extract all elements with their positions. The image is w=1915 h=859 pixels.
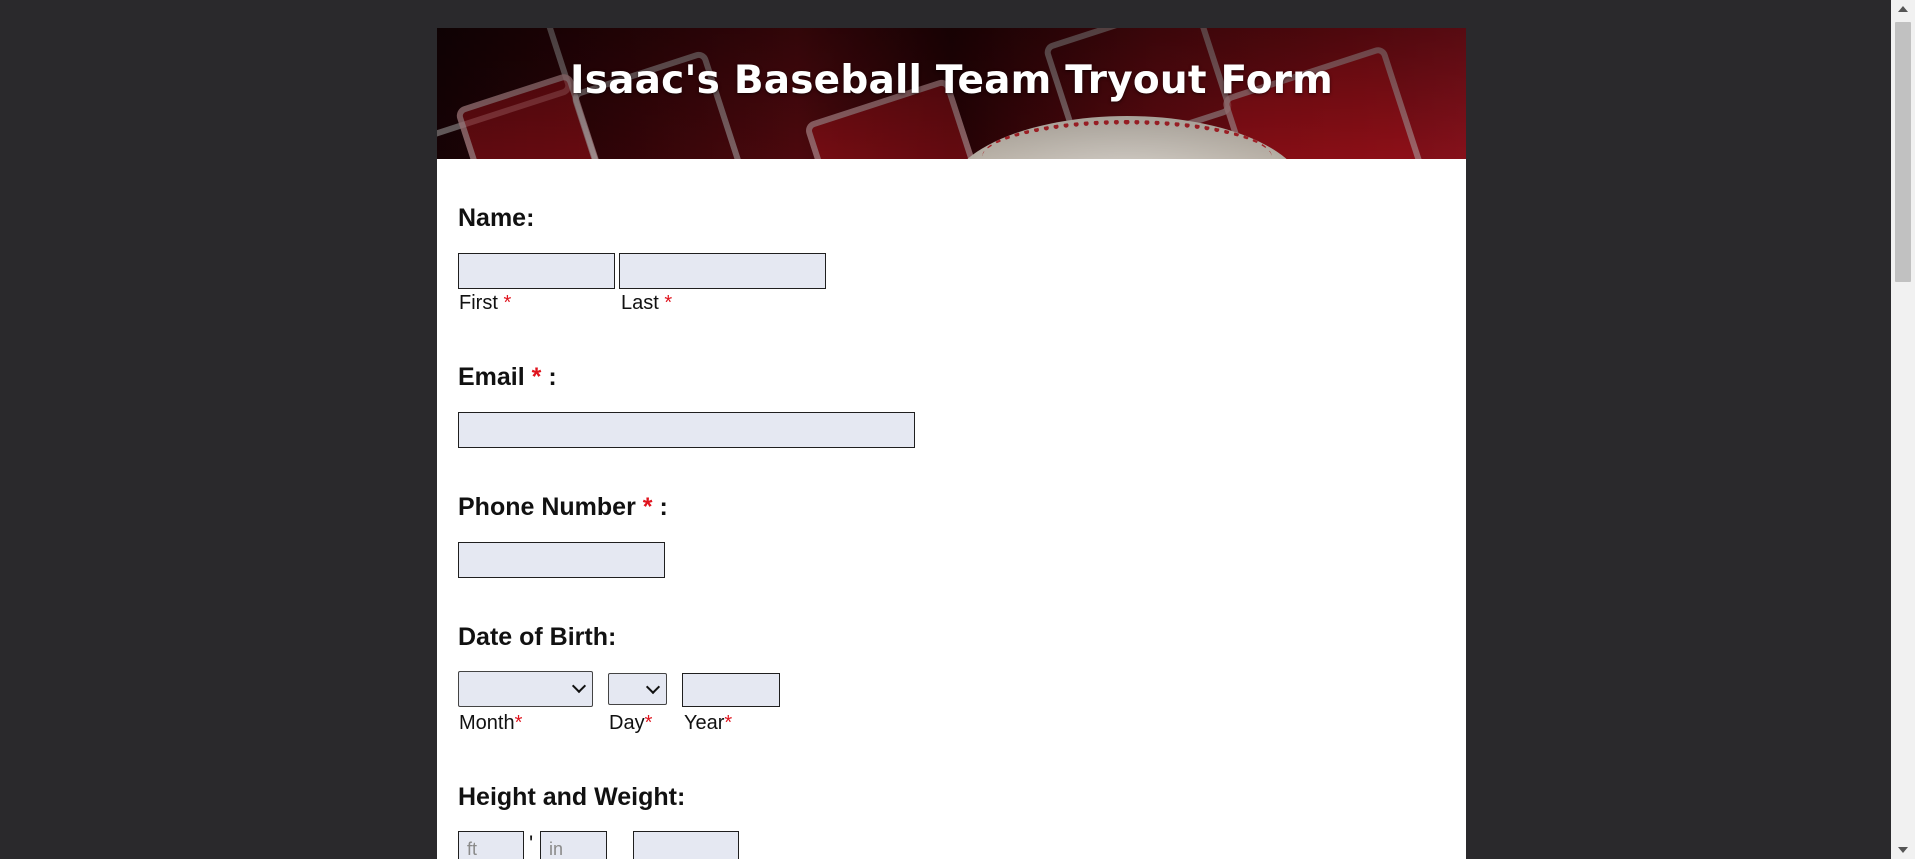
height-weight-label: Height and Weight:	[458, 783, 686, 811]
email-input[interactable]	[458, 412, 915, 448]
form-header-banner: Isaac's Baseball Team Tryout Form	[437, 28, 1466, 159]
dob-label: Date of Birth:	[458, 623, 617, 651]
dob-year-caption: Year*	[684, 712, 732, 735]
height-inches-input[interactable]	[540, 831, 607, 859]
scroll-down-arrow-icon[interactable]	[1898, 847, 1908, 853]
height-feet-input[interactable]	[458, 831, 524, 859]
chevron-down-icon	[571, 678, 587, 694]
required-asterisk: *	[514, 712, 523, 734]
tryout-form: Isaac's Baseball Team Tryout Form Name: …	[437, 28, 1466, 859]
browser-viewport: Isaac's Baseball Team Tryout Form Name: …	[0, 0, 1915, 859]
first-name-input[interactable]	[458, 253, 615, 289]
dob-month-caption-text: Month	[459, 712, 515, 734]
scrollbar-thumb[interactable]	[1895, 22, 1911, 282]
chevron-down-icon	[645, 679, 661, 695]
phone-label-text: Phone Number	[458, 493, 636, 521]
scroll-up-arrow-icon[interactable]	[1898, 6, 1908, 12]
weight-input[interactable]	[633, 831, 739, 859]
feet-mark: '	[529, 831, 534, 856]
email-label: Email * :	[458, 363, 557, 392]
required-asterisk: *	[531, 363, 542, 391]
dob-month-select[interactable]	[458, 671, 593, 707]
phone-label: Phone Number * :	[458, 493, 668, 522]
last-name-input[interactable]	[619, 253, 826, 289]
dob-month-caption: Month*	[459, 712, 522, 735]
first-name-caption-text: First	[459, 292, 498, 314]
last-name-caption-text: Last	[621, 292, 659, 314]
dob-year-input[interactable]	[682, 673, 780, 707]
form-title: Isaac's Baseball Team Tryout Form	[570, 58, 1333, 103]
dob-day-caption: Day*	[609, 712, 652, 735]
email-label-suffix: :	[548, 363, 557, 391]
phone-label-suffix: :	[659, 493, 668, 521]
last-name-caption: Last *	[621, 292, 672, 315]
required-asterisk: *	[503, 292, 512, 314]
required-asterisk: *	[724, 712, 733, 734]
email-label-text: Email	[458, 363, 525, 391]
page-scrollbar[interactable]	[1891, 0, 1915, 859]
phone-input[interactable]	[458, 542, 665, 578]
dob-day-caption-text: Day	[609, 712, 645, 734]
dob-day-select[interactable]	[608, 673, 667, 705]
required-asterisk: *	[644, 712, 653, 734]
required-asterisk: *	[664, 292, 673, 314]
name-label: Name:	[458, 204, 535, 232]
required-asterisk: *	[642, 493, 653, 521]
first-name-caption: First *	[459, 292, 511, 315]
dob-year-caption-text: Year	[684, 712, 725, 734]
